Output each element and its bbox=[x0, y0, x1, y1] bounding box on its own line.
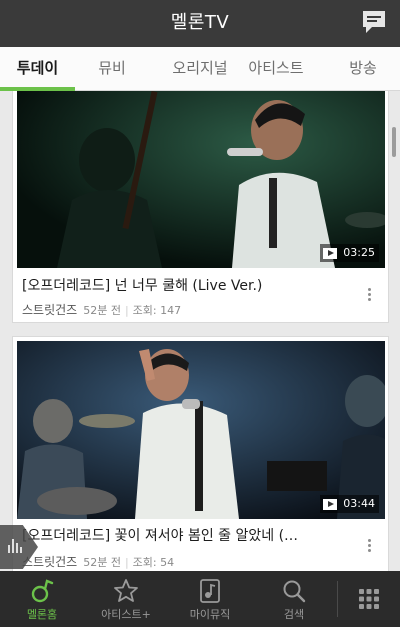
video-meta: 스트릿건즈 52분 전 | 조회: 147 bbox=[22, 301, 181, 318]
tab-bar: 투데이 뮤비 오리지널 아티스트 방송 bbox=[0, 47, 400, 91]
scrollbar[interactable] bbox=[392, 127, 396, 157]
video-thumbnail[interactable]: 03:44 bbox=[17, 341, 385, 519]
app-header: 멜론TV bbox=[0, 0, 400, 47]
video-title[interactable]: [오프더레코드] 꽃이 져서야 봄인 줄 알았네 (… bbox=[22, 525, 357, 545]
video-time-ago: 52분 전 bbox=[83, 556, 121, 569]
more-options-icon[interactable] bbox=[364, 286, 374, 306]
video-meta: 스트릿건즈 52분 전 | 조회: 54 bbox=[22, 553, 174, 570]
more-options-icon[interactable] bbox=[364, 537, 374, 557]
nav-melon-home[interactable]: 멜론홈 bbox=[0, 571, 84, 627]
page-title: 멜론TV bbox=[170, 12, 230, 33]
video-views: 조회: 147 bbox=[132, 304, 182, 317]
nav-label: 멜론홈 bbox=[26, 608, 58, 621]
nav-my-music[interactable]: 마이뮤직 bbox=[168, 571, 252, 627]
nav-menu[interactable] bbox=[338, 571, 400, 627]
grid-menu-icon bbox=[359, 589, 379, 609]
nav-label: 검색 bbox=[283, 608, 305, 621]
video-card[interactable]: 03:25 [오프더레코드] 넌 너무 쿨해 (Live Ver.) 스트릿건즈… bbox=[12, 91, 389, 323]
video-views: 조회: 54 bbox=[132, 556, 175, 569]
tab-label: 뮤비 bbox=[98, 59, 126, 77]
nav-label: 마이뮤직 bbox=[189, 608, 231, 621]
tab-label: 투데이 bbox=[16, 59, 59, 77]
chat-icon[interactable] bbox=[360, 8, 388, 36]
tab-label: 오리지널 bbox=[172, 59, 228, 77]
play-icon bbox=[323, 498, 338, 510]
tab-broadcast[interactable]: 방송 bbox=[333, 47, 393, 91]
bottom-navigation: 멜론홈 아티스트+ 마이뮤직 검색 bbox=[0, 571, 400, 627]
tab-artist[interactable]: 아티스트 bbox=[236, 47, 316, 91]
nav-search[interactable]: 검색 bbox=[252, 571, 336, 627]
nav-label: 아티스트+ bbox=[101, 608, 151, 621]
thumbnail-image bbox=[17, 341, 385, 519]
video-list[interactable]: 03:25 [오프더레코드] 넌 너무 쿨해 (Live Ver.) 스트릿건즈… bbox=[0, 91, 400, 571]
search-icon bbox=[283, 580, 306, 603]
tab-label: 방송 bbox=[349, 59, 377, 77]
nav-artist-plus[interactable]: 아티스트+ bbox=[84, 571, 168, 627]
tab-music-video[interactable]: 뮤비 bbox=[84, 47, 140, 91]
meta-divider: | bbox=[124, 556, 129, 569]
meta-divider: | bbox=[124, 304, 129, 317]
video-card[interactable]: 03:44 [오프더레코드] 꽃이 져서야 봄인 줄 알았네 (… 스트릿건즈 5… bbox=[12, 336, 389, 571]
video-time-ago: 52분 전 bbox=[83, 304, 121, 317]
tab-today[interactable]: 투데이 bbox=[0, 47, 75, 91]
play-icon bbox=[323, 247, 338, 259]
duration-badge: 03:44 bbox=[320, 495, 379, 513]
video-title[interactable]: [오프더레코드] 넌 너무 쿨해 (Live Ver.) bbox=[22, 275, 357, 295]
thumbnail-image bbox=[17, 91, 385, 268]
star-icon bbox=[114, 579, 138, 602]
tab-label: 아티스트 bbox=[248, 59, 304, 77]
music-note-icon bbox=[200, 579, 220, 603]
tab-original[interactable]: 오리지널 bbox=[150, 47, 250, 91]
duration-text: 03:25 bbox=[343, 246, 375, 259]
melon-note-icon bbox=[31, 579, 54, 603]
video-thumbnail[interactable]: 03:25 bbox=[17, 91, 385, 268]
video-artist[interactable]: 스트릿건즈 bbox=[22, 303, 77, 317]
duration-badge: 03:25 bbox=[320, 244, 379, 262]
duration-text: 03:44 bbox=[343, 497, 375, 510]
